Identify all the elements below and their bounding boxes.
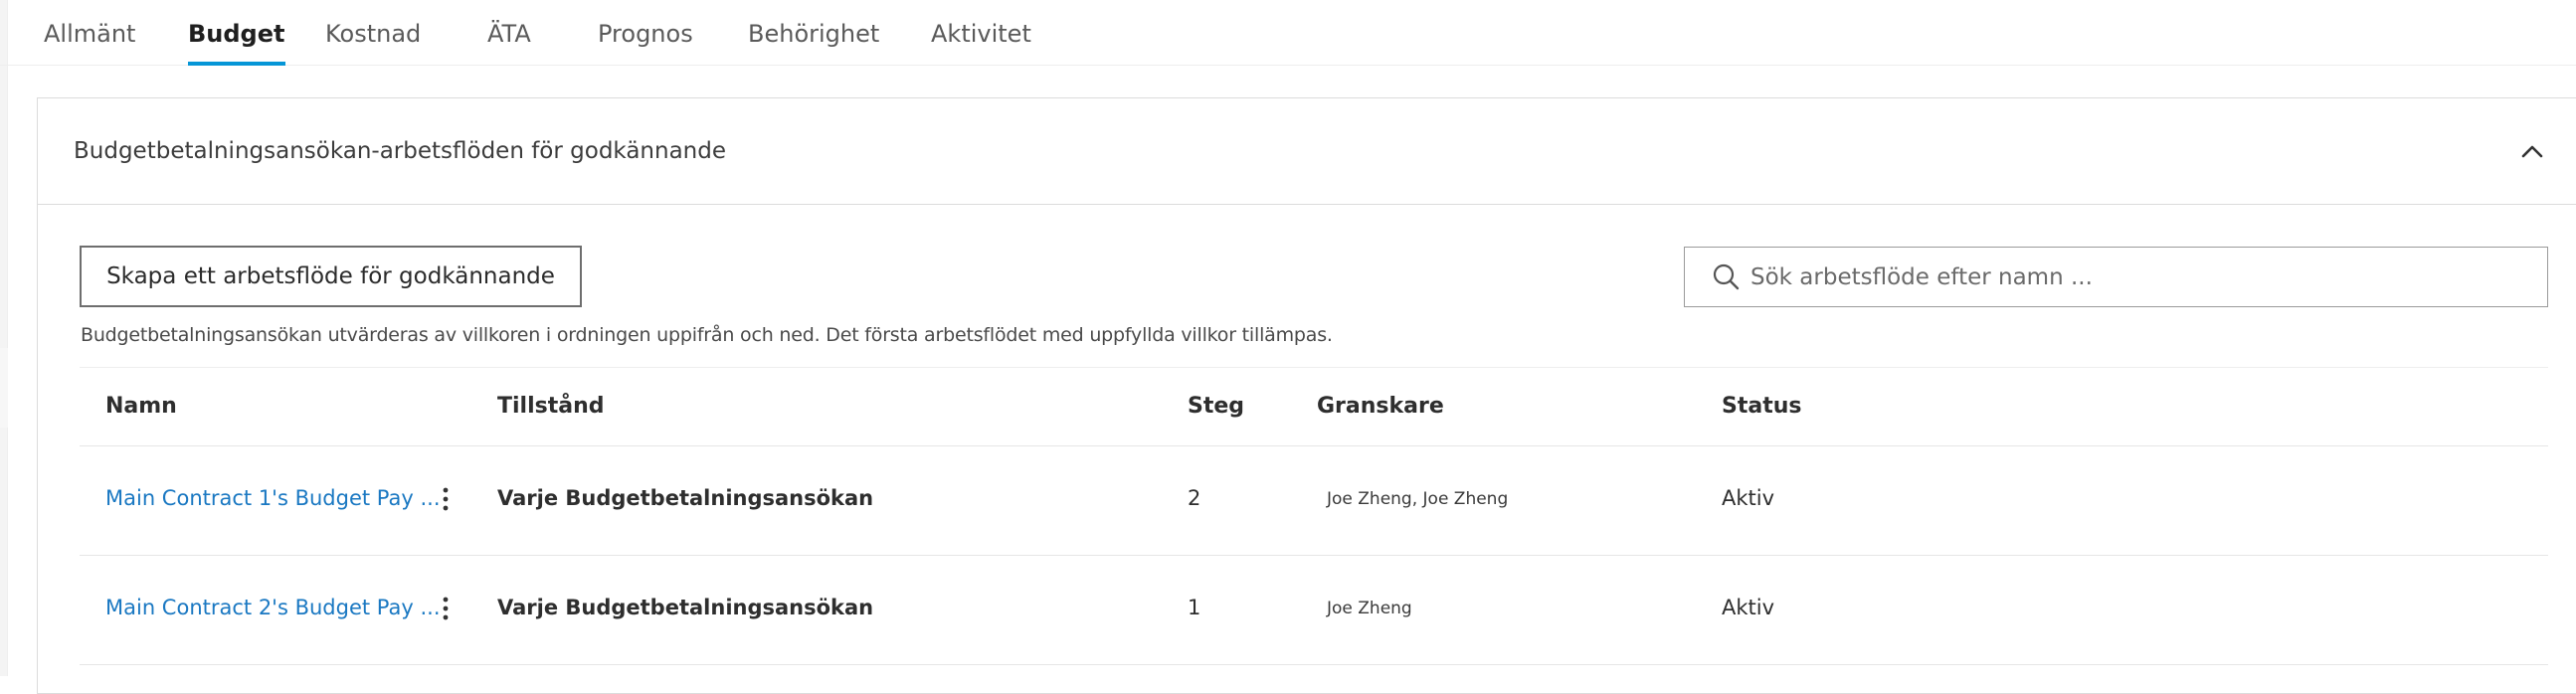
column-header-name[interactable]: Namn: [105, 394, 177, 419]
table-header-row: Namn Tillstånd Steg Granskare Status: [80, 367, 2548, 446]
workflow-status: Aktiv: [1722, 486, 1775, 510]
panel-header[interactable]: Budgetbetalningsansökan-arbetsflöden för…: [38, 98, 2576, 205]
chevron-up-icon: [2521, 145, 2543, 158]
workflow-state: Varje Budgetbetalningsansökan: [497, 486, 874, 510]
tab-bar: Allmänt Budget Kostnad ÄTA Prognos Behör…: [0, 0, 2576, 66]
column-header-steps[interactable]: Steg: [1188, 394, 1244, 419]
row-actions-button[interactable]: [436, 592, 456, 625]
search-icon: [1713, 263, 1740, 290]
search-input[interactable]: [1750, 248, 2526, 306]
workflow-steps: 2: [1188, 486, 1201, 510]
left-edge-segment: [0, 428, 8, 676]
tab-prognos[interactable]: Prognos: [598, 20, 693, 66]
workflow-name-link[interactable]: Main Contract 2's Budget Pay ...: [105, 596, 441, 619]
evaluation-info-text: Budgetbetalningsansökan utvärderas av vi…: [81, 324, 1333, 346]
left-edge-strip: [0, 0, 8, 676]
create-approval-workflow-button[interactable]: Skapa ett arbetsflöde för godkännande: [80, 246, 582, 307]
tab-ata[interactable]: ÄTA: [487, 20, 531, 66]
panel-title: Budgetbetalningsansökan-arbetsflöden för…: [74, 138, 727, 164]
workflow-name-link[interactable]: Main Contract 1's Budget Pay ...: [105, 486, 441, 510]
tab-aktivitet[interactable]: Aktivitet: [931, 20, 1031, 66]
column-header-reviewers[interactable]: Granskare: [1317, 394, 1444, 419]
workflow-reviewers: Joe Zheng, Joe Zheng: [1327, 489, 1509, 509]
more-vertical-icon: [443, 487, 449, 511]
row-actions-button[interactable]: [436, 482, 456, 516]
approval-workflows-panel: Budgetbetalningsansökan-arbetsflöden för…: [37, 97, 2576, 694]
table-row[interactable]: Main Contract 2's Budget Pay ... Varje B…: [80, 556, 2548, 665]
table-row[interactable]: Main Contract 1's Budget Pay ... Varje B…: [80, 446, 2548, 556]
tab-allmant[interactable]: Allmänt: [44, 20, 135, 66]
workflow-reviewers: Joe Zheng: [1327, 599, 1412, 618]
more-vertical-icon: [443, 597, 449, 620]
column-header-state[interactable]: Tillstånd: [497, 394, 605, 419]
column-header-status[interactable]: Status: [1722, 394, 1801, 419]
workflow-status: Aktiv: [1722, 596, 1775, 619]
tab-kostnad[interactable]: Kostnad: [325, 20, 421, 66]
workflow-state: Varje Budgetbetalningsansökan: [497, 596, 874, 619]
search-field[interactable]: [1684, 247, 2548, 307]
workflow-steps: 1: [1188, 596, 1201, 619]
collapse-button[interactable]: [2512, 132, 2552, 172]
tab-behorighet[interactable]: Behörighet: [748, 20, 879, 66]
tab-budget[interactable]: Budget: [188, 20, 285, 66]
